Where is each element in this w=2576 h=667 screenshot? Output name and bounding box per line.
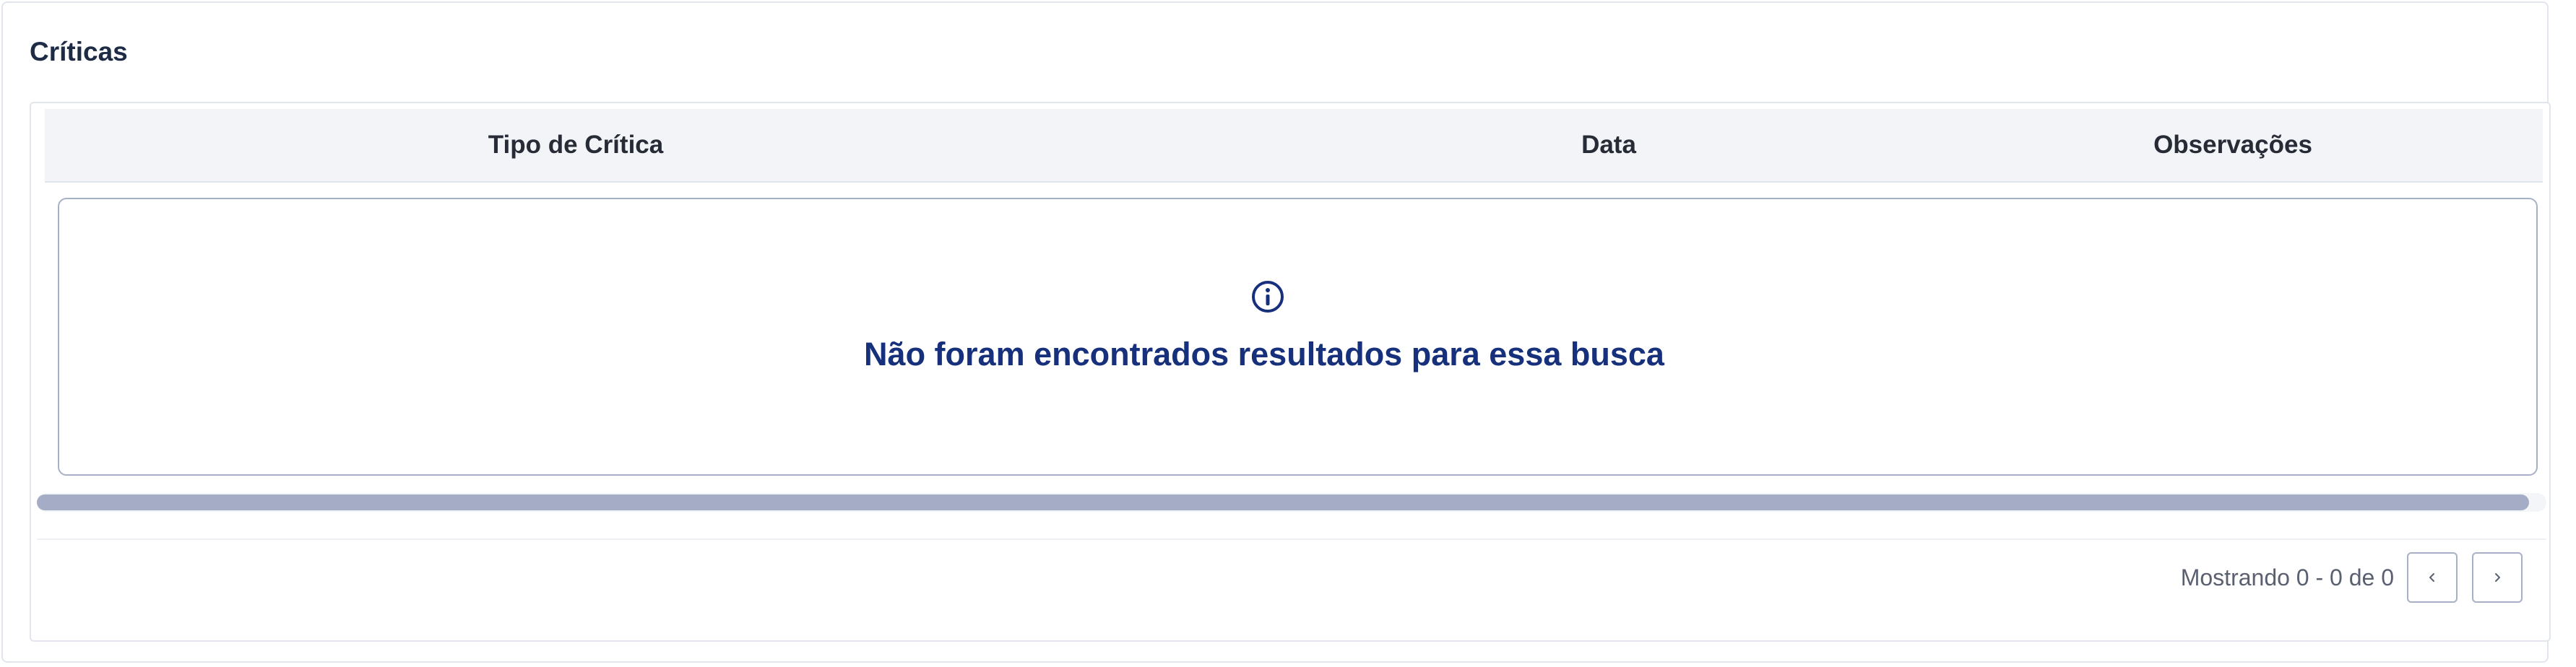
scrollbar-thumb[interactable] — [37, 494, 2529, 510]
footer-divider — [37, 539, 2546, 540]
criticas-panel: Críticas Tipo de Crítica Data Observaçõe… — [1, 1, 2551, 663]
pagination-info: Mostrando 0 - 0 de 0 — [2180, 564, 2394, 590]
chevron-left-icon — [2429, 573, 2434, 582]
horizontal-scrollbar[interactable] — [37, 493, 2546, 512]
panel-title: Críticas — [30, 37, 128, 66]
table-header: Tipo de Crítica Data Observações — [45, 109, 2543, 183]
chevron-right-icon — [2495, 573, 2500, 582]
next-page-button[interactable] — [2472, 552, 2523, 603]
previous-page-button[interactable] — [2407, 552, 2458, 603]
column-header-observacoes: Observações — [2153, 131, 2312, 159]
empty-state-message: Não foram encontrados resultados para es… — [864, 336, 1664, 372]
info-circle-icon — [1252, 281, 1284, 313]
pagination: Mostrando 0 - 0 de 0 — [2181, 552, 2523, 603]
column-header-tipo-de-critica: Tipo de Crítica — [488, 131, 664, 159]
